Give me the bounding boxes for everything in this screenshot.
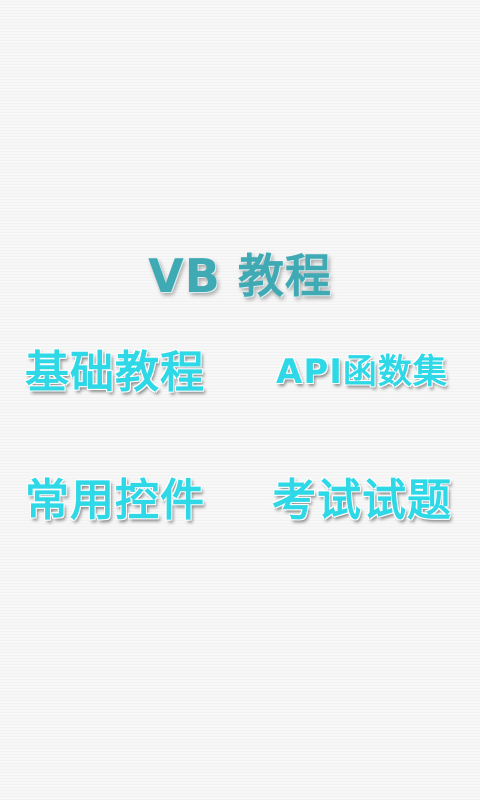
main-screen: VB 教程 基础教程 API函数集 常用控件 考试试题 xyxy=(0,0,480,800)
common-controls-button[interactable]: 常用控件 xyxy=(15,464,215,528)
exam-questions-button[interactable]: 考试试题 xyxy=(262,464,462,528)
api-functions-button[interactable]: API函数集 xyxy=(262,336,462,400)
app-title: VB 教程 xyxy=(148,249,332,303)
basic-tutorial-button[interactable]: 基础教程 xyxy=(15,336,215,400)
